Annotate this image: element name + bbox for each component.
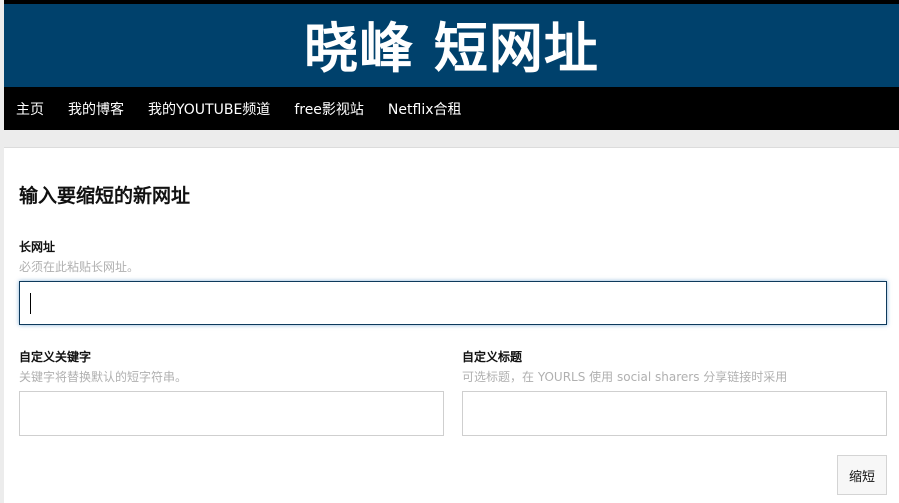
- shorten-button[interactable]: 缩短: [837, 455, 887, 495]
- long-url-help: 必须在此粘贴长网址。: [19, 260, 140, 274]
- page: 晓峰 短网址 主页 我的博客 我的YOUTUBE频道 free影视站 Netfl…: [0, 0, 899, 503]
- form-heading: 输入要缩短的新网址: [19, 185, 191, 207]
- nav-item-netflix[interactable]: Netflix合租: [388, 99, 462, 119]
- title-label: 自定义标题: [462, 350, 523, 364]
- shorten-form-panel: 输入要缩短的新网址 长网址 必须在此粘贴长网址。 自定义关键字 关键字将替换默认…: [4, 147, 899, 503]
- site-title: 晓峰 短网址: [304, 16, 599, 80]
- title-help: 可选标题，在 YOURLS 使用 social sharers 分享链接时采用: [462, 370, 788, 384]
- keyword-help: 关键字将替换默认的短字符串。: [19, 370, 188, 384]
- text-caret: [30, 293, 31, 314]
- title-input[interactable]: [462, 391, 887, 436]
- keyword-label: 自定义关键字: [19, 350, 92, 364]
- keyword-input[interactable]: [19, 391, 444, 436]
- nav-item-free-video[interactable]: free影视站: [294, 99, 364, 119]
- nav-item-home[interactable]: 主页: [16, 99, 44, 119]
- site-banner: 晓峰 短网址: [4, 4, 899, 87]
- nav-item-blog[interactable]: 我的博客: [68, 99, 124, 119]
- long-url-input[interactable]: [19, 281, 887, 325]
- nav-item-youtube[interactable]: 我的YOUTUBE频道: [148, 99, 270, 119]
- long-url-label: 长网址: [19, 240, 56, 254]
- main-nav: 主页 我的博客 我的YOUTUBE频道 free影视站 Netflix合租: [4, 87, 899, 130]
